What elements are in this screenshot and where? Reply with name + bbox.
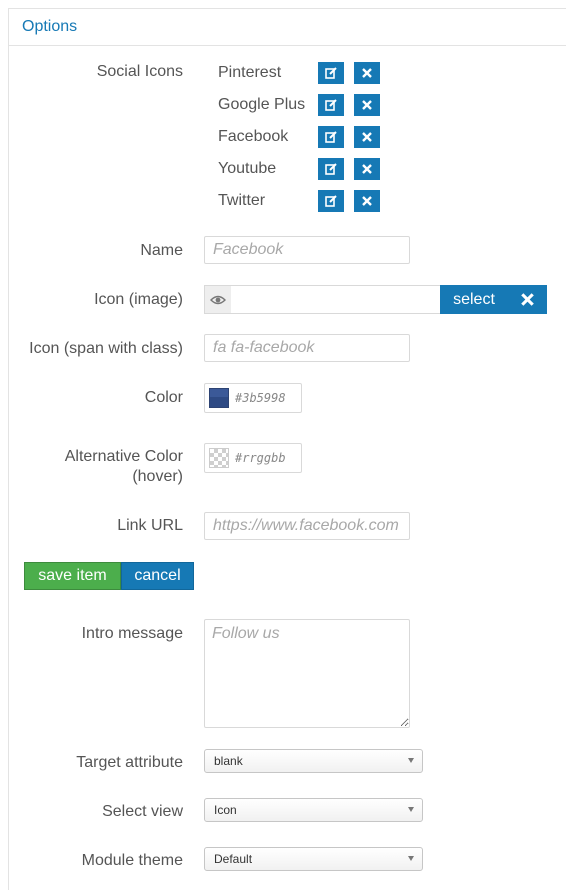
preview-button[interactable]	[204, 285, 231, 314]
panel-title: Options	[22, 18, 78, 35]
chevron-down-icon	[408, 807, 414, 812]
view-select[interactable]: Icon	[204, 798, 423, 822]
color-picker[interactable]: #3b5998	[204, 383, 302, 413]
edit-button[interactable]	[318, 190, 344, 212]
delete-button[interactable]	[354, 126, 380, 148]
social-icons-label: Social Icons	[96, 63, 183, 80]
theme-select[interactable]: Default	[204, 847, 423, 871]
social-item-name: Google Plus	[218, 96, 306, 113]
edit-icon	[325, 131, 337, 143]
edit-icon	[325, 99, 337, 111]
name-input[interactable]	[204, 236, 410, 264]
close-icon	[362, 68, 372, 78]
close-icon	[362, 132, 372, 142]
target-value: blank	[214, 754, 243, 768]
icon-image-input[interactable]	[231, 285, 440, 314]
view-label: Select view	[102, 803, 183, 820]
chevron-down-icon	[408, 856, 414, 861]
icon-span-label: Icon (span with class)	[29, 340, 183, 357]
cancel-button[interactable]: cancel	[121, 562, 194, 590]
delete-button[interactable]	[354, 94, 380, 116]
alt-color-label-line2: (hover)	[132, 468, 183, 485]
target-label: Target attribute	[76, 754, 183, 771]
alt-color-placeholder: #rrggbb	[235, 451, 286, 465]
chevron-down-icon	[408, 758, 414, 763]
delete-button[interactable]	[354, 190, 380, 212]
alt-color-label-line1: Alternative Color	[64, 448, 183, 465]
theme-label: Module theme	[81, 852, 183, 869]
close-icon	[362, 196, 372, 206]
panel-divider	[9, 45, 566, 46]
close-icon	[362, 164, 372, 174]
link-url-label: Link URL	[117, 517, 183, 534]
delete-button[interactable]	[354, 158, 380, 180]
transparent-swatch	[209, 448, 229, 468]
eye-icon	[210, 295, 226, 304]
intro-label: Intro message	[81, 625, 183, 642]
social-item-name: Twitter	[218, 192, 266, 209]
edit-button[interactable]	[318, 158, 344, 180]
delete-button[interactable]	[354, 62, 380, 84]
social-item-name: Facebook	[218, 128, 289, 145]
clear-image-button[interactable]	[508, 285, 547, 314]
view-value: Icon	[214, 803, 237, 817]
close-icon	[521, 293, 534, 306]
edit-button[interactable]	[318, 126, 344, 148]
edit-icon	[325, 67, 337, 79]
social-item-name: Pinterest	[218, 64, 282, 81]
edit-button[interactable]	[318, 62, 344, 84]
save-item-button[interactable]: save item	[24, 562, 121, 590]
edit-icon	[325, 163, 337, 175]
social-item-name: Youtube	[218, 160, 277, 177]
theme-value: Default	[214, 852, 253, 866]
target-select[interactable]: blank	[204, 749, 423, 773]
color-label: Color	[144, 389, 183, 406]
alt-color-label: Alternative Color (hover)	[65, 447, 183, 487]
edit-icon	[325, 195, 337, 207]
color-value: #3b5998	[235, 391, 286, 405]
name-label: Name	[140, 242, 183, 259]
select-image-button[interactable]: select	[440, 285, 508, 314]
color-swatch	[209, 388, 229, 408]
alt-color-picker[interactable]: #rrggbb	[204, 443, 302, 473]
icon-class-input[interactable]	[204, 334, 410, 362]
close-icon	[362, 100, 372, 110]
link-url-input[interactable]	[204, 512, 410, 540]
icon-image-label: Icon (image)	[94, 291, 183, 308]
intro-message-textarea[interactable]	[204, 619, 410, 728]
edit-button[interactable]	[318, 94, 344, 116]
